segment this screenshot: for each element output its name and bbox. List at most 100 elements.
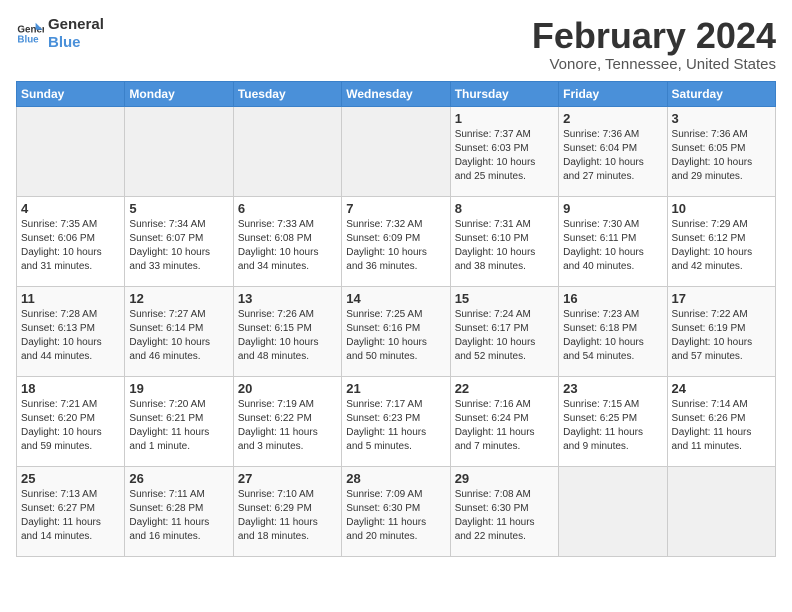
week-row-1: 4 Sunrise: 7:35 AMSunset: 6:06 PMDaylight…: [17, 196, 776, 286]
calendar-cell: 21 Sunrise: 7:17 AMSunset: 6:23 PMDayligh…: [342, 376, 450, 466]
day-number: 19: [129, 381, 228, 396]
day-number: 11: [21, 291, 120, 306]
day-info: Sunrise: 7:24 AMSunset: 6:17 PMDaylight:…: [455, 308, 554, 364]
calendar-cell: 23 Sunrise: 7:15 AMSunset: 6:25 PMDayligh…: [559, 376, 667, 466]
day-number: 3: [672, 111, 771, 126]
logo: General Blue General Blue: [16, 16, 104, 52]
day-info: Sunrise: 7:16 AMSunset: 6:24 PMDaylight:…: [455, 398, 554, 454]
day-number: 12: [129, 291, 228, 306]
day-info: Sunrise: 7:35 AMSunset: 6:06 PMDaylight:…: [21, 218, 120, 274]
week-row-3: 18 Sunrise: 7:21 AMSunset: 6:20 PMDayligh…: [17, 376, 776, 466]
day-info: Sunrise: 7:15 AMSunset: 6:25 PMDaylight:…: [563, 398, 662, 454]
calendar-cell: [233, 106, 341, 196]
calendar-cell: 26Sunrise: 7:11 AMSunset: 6:28 PMDayligh…: [125, 466, 233, 556]
calendar-cell: 2 Sunrise: 7:36 AMSunset: 6:04 PMDaylight…: [559, 106, 667, 196]
day-number: 16: [563, 291, 662, 306]
day-number: 23: [563, 381, 662, 396]
calendar-cell: 17 Sunrise: 7:22 AMSunset: 6:19 PMDayligh…: [667, 286, 775, 376]
day-info: Sunrise: 7:20 AMSunset: 6:21 PMDaylight:…: [129, 398, 228, 454]
location-title: Vonore, Tennessee, United States: [532, 56, 776, 73]
day-number: 20: [238, 381, 337, 396]
day-info: Sunrise: 7:28 AMSunset: 6:13 PMDaylight:…: [21, 308, 120, 364]
day-number: 8: [455, 201, 554, 216]
day-info: Sunrise: 7:31 AMSunset: 6:10 PMDaylight:…: [455, 218, 554, 274]
day-number: 18: [21, 381, 120, 396]
calendar-cell: 14 Sunrise: 7:25 AMSunset: 6:16 PMDayligh…: [342, 286, 450, 376]
column-header-tuesday: Tuesday: [233, 81, 341, 106]
day-info: Sunrise: 7:10 AMSunset: 6:29 PMDaylight:…: [238, 488, 337, 544]
calendar-cell: 15Sunrise: 7:24 AMSunset: 6:17 PMDayligh…: [450, 286, 558, 376]
day-info: Sunrise: 7:21 AMSunset: 6:20 PMDaylight:…: [21, 398, 120, 454]
calendar-cell: 18 Sunrise: 7:21 AMSunset: 6:20 PMDayligh…: [17, 376, 125, 466]
calendar-cell: 1Sunrise: 7:37 AMSunset: 6:03 PMDaylight…: [450, 106, 558, 196]
day-info: Sunrise: 7:13 AMSunset: 6:27 PMDaylight:…: [21, 488, 120, 544]
day-info: Sunrise: 7:34 AMSunset: 6:07 PMDaylight:…: [129, 218, 228, 274]
calendar-cell: 28 Sunrise: 7:09 AMSunset: 6:30 PMDayligh…: [342, 466, 450, 556]
calendar-cell: 10 Sunrise: 7:29 AMSunset: 6:12 PMDayligh…: [667, 196, 775, 286]
column-header-thursday: Thursday: [450, 81, 558, 106]
title-area: February 2024 Vonore, Tennessee, United …: [532, 16, 776, 73]
day-number: 10: [672, 201, 771, 216]
day-number: 13: [238, 291, 337, 306]
day-number: 2: [563, 111, 662, 126]
day-info: Sunrise: 7:22 AMSunset: 6:19 PMDaylight:…: [672, 308, 771, 364]
column-header-sunday: Sunday: [17, 81, 125, 106]
calendar-cell: [667, 466, 775, 556]
day-number: 7: [346, 201, 445, 216]
calendar-cell: 5 Sunrise: 7:34 AMSunset: 6:07 PMDaylight…: [125, 196, 233, 286]
day-number: 4: [21, 201, 120, 216]
day-info: Sunrise: 7:37 AMSunset: 6:03 PMDaylight:…: [455, 128, 554, 184]
calendar-cell: 16 Sunrise: 7:23 AMSunset: 6:18 PMDayligh…: [559, 286, 667, 376]
day-number: 27: [238, 471, 337, 486]
calendar-cell: 12Sunrise: 7:27 AMSunset: 6:14 PMDayligh…: [125, 286, 233, 376]
day-info: Sunrise: 7:19 AMSunset: 6:22 PMDaylight:…: [238, 398, 337, 454]
calendar-cell: [559, 466, 667, 556]
calendar-cell: 19 Sunrise: 7:20 AMSunset: 6:21 PMDayligh…: [125, 376, 233, 466]
day-number: 28: [346, 471, 445, 486]
day-number: 24: [672, 381, 771, 396]
day-info: Sunrise: 7:26 AMSunset: 6:15 PMDaylight:…: [238, 308, 337, 364]
calendar-cell: 13 Sunrise: 7:26 AMSunset: 6:15 PMDayligh…: [233, 286, 341, 376]
day-info: Sunrise: 7:36 AMSunset: 6:04 PMDaylight:…: [563, 128, 662, 184]
calendar-table: SundayMondayTuesdayWednesdayThursdayFrid…: [16, 81, 776, 557]
week-row-0: 1Sunrise: 7:37 AMSunset: 6:03 PMDaylight…: [17, 106, 776, 196]
calendar-cell: [125, 106, 233, 196]
month-title: February 2024: [532, 16, 776, 56]
column-header-wednesday: Wednesday: [342, 81, 450, 106]
logo-text-blue: Blue: [48, 34, 104, 52]
day-number: 14: [346, 291, 445, 306]
logo-text-general: General: [48, 16, 104, 34]
column-header-monday: Monday: [125, 81, 233, 106]
day-number: 17: [672, 291, 771, 306]
calendar-cell: 6Sunrise: 7:33 AMSunset: 6:08 PMDaylight…: [233, 196, 341, 286]
calendar-cell: 7 Sunrise: 7:32 AMSunset: 6:09 PMDaylight…: [342, 196, 450, 286]
day-info: Sunrise: 7:11 AMSunset: 6:28 PMDaylight:…: [129, 488, 228, 544]
calendar-cell: 8 Sunrise: 7:31 AMSunset: 6:10 PMDaylight…: [450, 196, 558, 286]
calendar-cell: 25 Sunrise: 7:13 AMSunset: 6:27 PMDayligh…: [17, 466, 125, 556]
day-number: 21: [346, 381, 445, 396]
day-number: 25: [21, 471, 120, 486]
day-info: Sunrise: 7:17 AMSunset: 6:23 PMDaylight:…: [346, 398, 445, 454]
day-number: 22: [455, 381, 554, 396]
day-info: Sunrise: 7:29 AMSunset: 6:12 PMDaylight:…: [672, 218, 771, 274]
calendar-cell: 24Sunrise: 7:14 AMSunset: 6:26 PMDayligh…: [667, 376, 775, 466]
day-info: Sunrise: 7:36 AMSunset: 6:05 PMDaylight:…: [672, 128, 771, 184]
calendar-cell: 3 Sunrise: 7:36 AMSunset: 6:05 PMDaylight…: [667, 106, 775, 196]
day-info: Sunrise: 7:08 AMSunset: 6:30 PMDaylight:…: [455, 488, 554, 544]
calendar-cell: 9Sunrise: 7:30 AMSunset: 6:11 PMDaylight…: [559, 196, 667, 286]
day-number: 29: [455, 471, 554, 486]
day-info: Sunrise: 7:23 AMSunset: 6:18 PMDaylight:…: [563, 308, 662, 364]
day-number: 5: [129, 201, 228, 216]
day-info: Sunrise: 7:09 AMSunset: 6:30 PMDaylight:…: [346, 488, 445, 544]
day-info: Sunrise: 7:32 AMSunset: 6:09 PMDaylight:…: [346, 218, 445, 274]
calendar-cell: 4 Sunrise: 7:35 AMSunset: 6:06 PMDaylight…: [17, 196, 125, 286]
column-header-friday: Friday: [559, 81, 667, 106]
column-header-saturday: Saturday: [667, 81, 775, 106]
day-info: Sunrise: 7:25 AMSunset: 6:16 PMDaylight:…: [346, 308, 445, 364]
day-number: 9: [563, 201, 662, 216]
calendar-cell: 29 Sunrise: 7:08 AMSunset: 6:30 PMDayligh…: [450, 466, 558, 556]
svg-text:Blue: Blue: [17, 34, 39, 45]
calendar-cell: 11 Sunrise: 7:28 AMSunset: 6:13 PMDayligh…: [17, 286, 125, 376]
header: General Blue General Blue February 2024 …: [16, 16, 776, 73]
calendar-cell: 22 Sunrise: 7:16 AMSunset: 6:24 PMDayligh…: [450, 376, 558, 466]
